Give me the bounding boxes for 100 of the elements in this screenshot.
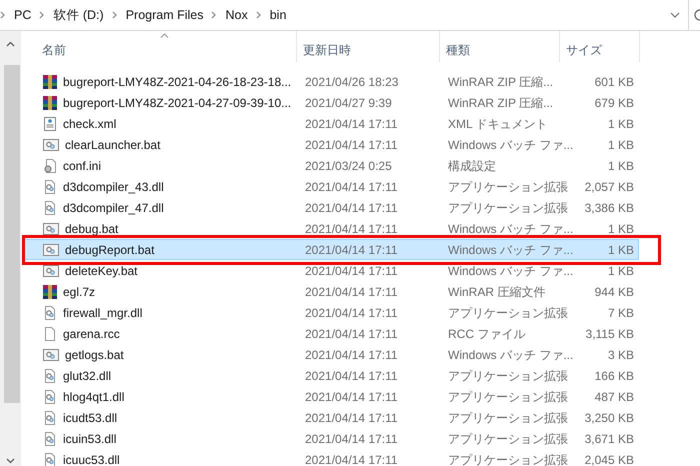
chevron-right-icon bbox=[39, 11, 46, 19]
date-cell-text: 2021/04/26 18:23 bbox=[304, 74, 400, 90]
type-cell: Windows バッチ ファ... bbox=[448, 346, 574, 362]
file-name: bugreport-LMY48Z-2021-04-27-09-39-10... bbox=[63, 94, 292, 110]
file-name: debug.bat bbox=[65, 220, 118, 236]
type-cell: アプリケーション拡張 bbox=[448, 388, 568, 404]
file-row[interactable]: bugreport-LMY48Z-2021-04-26-18-23-18... 2021/04/26 18:23 WinRAR ZIP 圧縮... 601 KB bbox=[24, 71, 639, 92]
size-cell: 3 KB bbox=[608, 346, 634, 362]
size-cell: 2,057 KB bbox=[584, 178, 634, 194]
file-name: hlog4qt1.dll bbox=[63, 388, 124, 404]
file-row[interactable]: check.xml 2021/04/14 17:11 XML ドキュメント 1 KB bbox=[24, 113, 639, 134]
file-row[interactable]: bugreport-LMY48Z-2021-04-27-09-39-10... 2021/04/27 9:39 WinRAR ZIP 圧縮... 679 KB bbox=[24, 92, 639, 113]
column-header[interactable]: サイズ bbox=[560, 31, 640, 62]
file-name: d3dcompiler_47.dll bbox=[63, 200, 164, 216]
file-name: glut32.dll bbox=[63, 368, 112, 384]
size-cell: 3,115 KB bbox=[586, 326, 634, 342]
file-name: firewall_mgr.dll bbox=[63, 304, 142, 320]
file-row[interactable]: glut32.dll 2021/04/14 17:11 アプリケーション拡張 166 KB bbox=[24, 365, 639, 386]
file-name: debugReport.bat bbox=[65, 242, 154, 258]
gears-window-icon bbox=[42, 346, 60, 362]
size-cell: 601 KB bbox=[594, 74, 634, 90]
file-row[interactable]: conf.ini 2021/03/24 0:25 構成設定 1 KB bbox=[24, 155, 639, 176]
size-cell: 679 KB bbox=[594, 94, 634, 110]
type-cell: WinRAR ZIP 圧縮... bbox=[448, 94, 554, 110]
size-cell: 1 KB bbox=[608, 116, 634, 132]
file-row[interactable]: d3dcompiler_47.dll 2021/04/14 17:11 アプリケーション拡張 3,386 KB bbox=[24, 197, 639, 218]
type-cell: アプリケーション拡張 bbox=[448, 430, 568, 446]
type-cell: WinRAR ZIP 圧縮... bbox=[448, 74, 554, 90]
file-name: egl.7z bbox=[63, 284, 96, 300]
type-cell: Windows バッチ ファ... bbox=[448, 242, 574, 258]
breadcrumb-item[interactable]: bin bbox=[270, 6, 286, 24]
date-cell-text: 2021/04/14 17:11 bbox=[304, 242, 399, 258]
size-cell: 2,045 KB bbox=[584, 452, 634, 466]
size-cell: 3,671 KB bbox=[584, 430, 634, 446]
type-cell: XML ドキュメント bbox=[448, 116, 548, 132]
size-cell: 166 KB bbox=[594, 368, 634, 384]
type-cell: アプリケーション拡張 bbox=[448, 368, 568, 384]
file-row[interactable]: garena.rcc 2021/04/14 17:11 RCC ファイル 3,115 KB bbox=[24, 323, 639, 344]
file-row[interactable]: icuuc53.dll 2021/04/14 17:11 アプリケーション拡張 2,045 KB bbox=[24, 449, 639, 466]
date-cell-text: 2021/04/14 17:11 bbox=[304, 262, 399, 278]
date-cell-text: 2021/04/14 17:11 bbox=[304, 410, 399, 426]
breadcrumb-item[interactable]: 软件 (D:) bbox=[53, 6, 104, 24]
date-cell-text: 2021/04/14 17:11 bbox=[304, 178, 399, 194]
file-row[interactable]: debug.bat 2021/04/14 17:11 Windows バッチ ファ... 1 KB bbox=[24, 218, 639, 239]
file-name: getlogs.bat bbox=[65, 346, 124, 362]
file-row[interactable]: d3dcompiler_43.dll 2021/04/14 17:11 アプリケーション拡張 2,057 KB bbox=[24, 176, 639, 197]
scroll-down-icon[interactable] bbox=[6, 458, 15, 464]
column-header[interactable]: 名前 bbox=[22, 31, 297, 62]
type-cell: アプリケーション拡張 bbox=[448, 410, 568, 426]
chevron-down-icon[interactable] bbox=[670, 11, 680, 19]
breadcrumb-item[interactable]: PC bbox=[14, 6, 32, 24]
date-cell-text: 2021/04/14 17:11 bbox=[304, 200, 399, 216]
file-row[interactable]: egl.7z 2021/04/14 17:11 WinRAR 圧縮文件 944 KB bbox=[24, 281, 639, 302]
date-cell-text: 2021/04/27 9:39 bbox=[304, 94, 393, 110]
file-name: d3dcompiler_43.dll bbox=[63, 178, 164, 194]
type-cell: Windows バッチ ファ... bbox=[448, 220, 574, 236]
breadcrumb-item[interactable]: Nox bbox=[225, 6, 248, 24]
type-cell: Windows バッチ ファ... bbox=[448, 136, 574, 152]
size-cell: 3,386 KB bbox=[584, 200, 634, 216]
file-name: bugreport-LMY48Z-2021-04-26-18-23-18... bbox=[63, 74, 292, 90]
file-name: icudt53.dll bbox=[63, 410, 118, 426]
date-cell-text: 2021/04/14 17:11 bbox=[304, 136, 399, 152]
file-row[interactable]: clearLauncher.bat 2021/04/14 17:11 Windows バッチ ファ... 1 KB bbox=[24, 134, 639, 155]
breadcrumb-item[interactable]: Program Files bbox=[126, 6, 204, 24]
file-row[interactable]: icuin53.dll 2021/04/14 17:11 アプリケーション拡張 3,671 KB bbox=[24, 428, 639, 449]
size-cell: 944 KB bbox=[594, 284, 634, 300]
size-cell: 1 KB bbox=[608, 262, 634, 278]
scroll-up-icon[interactable] bbox=[6, 41, 15, 47]
file-name: icuuc53.dll bbox=[63, 452, 120, 466]
date-cell-text: 2021/04/14 17:11 bbox=[304, 388, 399, 404]
date-cell-text: 2021/04/14 17:11 bbox=[304, 284, 399, 300]
type-cell: アプリケーション拡張 bbox=[448, 178, 568, 194]
archive-stack-icon bbox=[42, 94, 58, 110]
file-row[interactable]: hlog4qt1.dll 2021/04/14 17:11 アプリケーション拡張 487 KB bbox=[24, 386, 639, 407]
gears-window-icon bbox=[42, 136, 60, 152]
size-cell: 487 KB bbox=[594, 388, 634, 404]
size-cell: 3,250 KB bbox=[584, 410, 634, 426]
address-bar[interactable]: PC 软件 (D:) Program Files Nox bin bbox=[0, 0, 700, 31]
date-cell-text: 2021/04/14 17:11 bbox=[304, 220, 399, 236]
gears-window-icon bbox=[42, 262, 60, 278]
type-cell: アプリケーション拡張 bbox=[448, 304, 568, 320]
column-header[interactable]: 更新日時 bbox=[297, 31, 440, 62]
file-row[interactable]: firewall_mgr.dll 2021/04/14 17:11 アプリケーション拡張 7 KB bbox=[24, 302, 639, 323]
scrollbar[interactable] bbox=[0, 31, 21, 466]
file-row[interactable]: deleteKey.bat 2021/04/14 17:11 Windows バッチ ファ... 1 KB bbox=[24, 260, 639, 281]
file-row[interactable]: icudt53.dll 2021/04/14 17:11 アプリケーション拡張 3,250 KB bbox=[24, 407, 639, 428]
file-name: garena.rcc bbox=[63, 326, 120, 342]
size-cell: 7 KB bbox=[608, 304, 634, 320]
file-row[interactable]: debugReport.bat 2021/04/14 17:11 Windows バッチ ファ... 1 KB bbox=[24, 239, 639, 260]
file-row[interactable]: getlogs.bat 2021/04/14 17:11 Windows バッチ ファ... 3 KB bbox=[24, 344, 639, 365]
column-header[interactable]: 種類 bbox=[440, 31, 560, 62]
type-cell: RCC ファイル bbox=[448, 326, 526, 342]
scrollbar-thumb[interactable] bbox=[4, 65, 20, 403]
refresh-icon[interactable] bbox=[694, 9, 700, 21]
type-cell: Windows バッチ ファ... bbox=[448, 262, 574, 278]
chevron-right-icon bbox=[0, 11, 6, 19]
blank-document-icon bbox=[42, 326, 58, 342]
date-cell-text: 2021/04/14 17:11 bbox=[304, 326, 399, 342]
size-cell: 1 KB bbox=[608, 242, 634, 258]
chevron-right-icon bbox=[256, 11, 262, 19]
